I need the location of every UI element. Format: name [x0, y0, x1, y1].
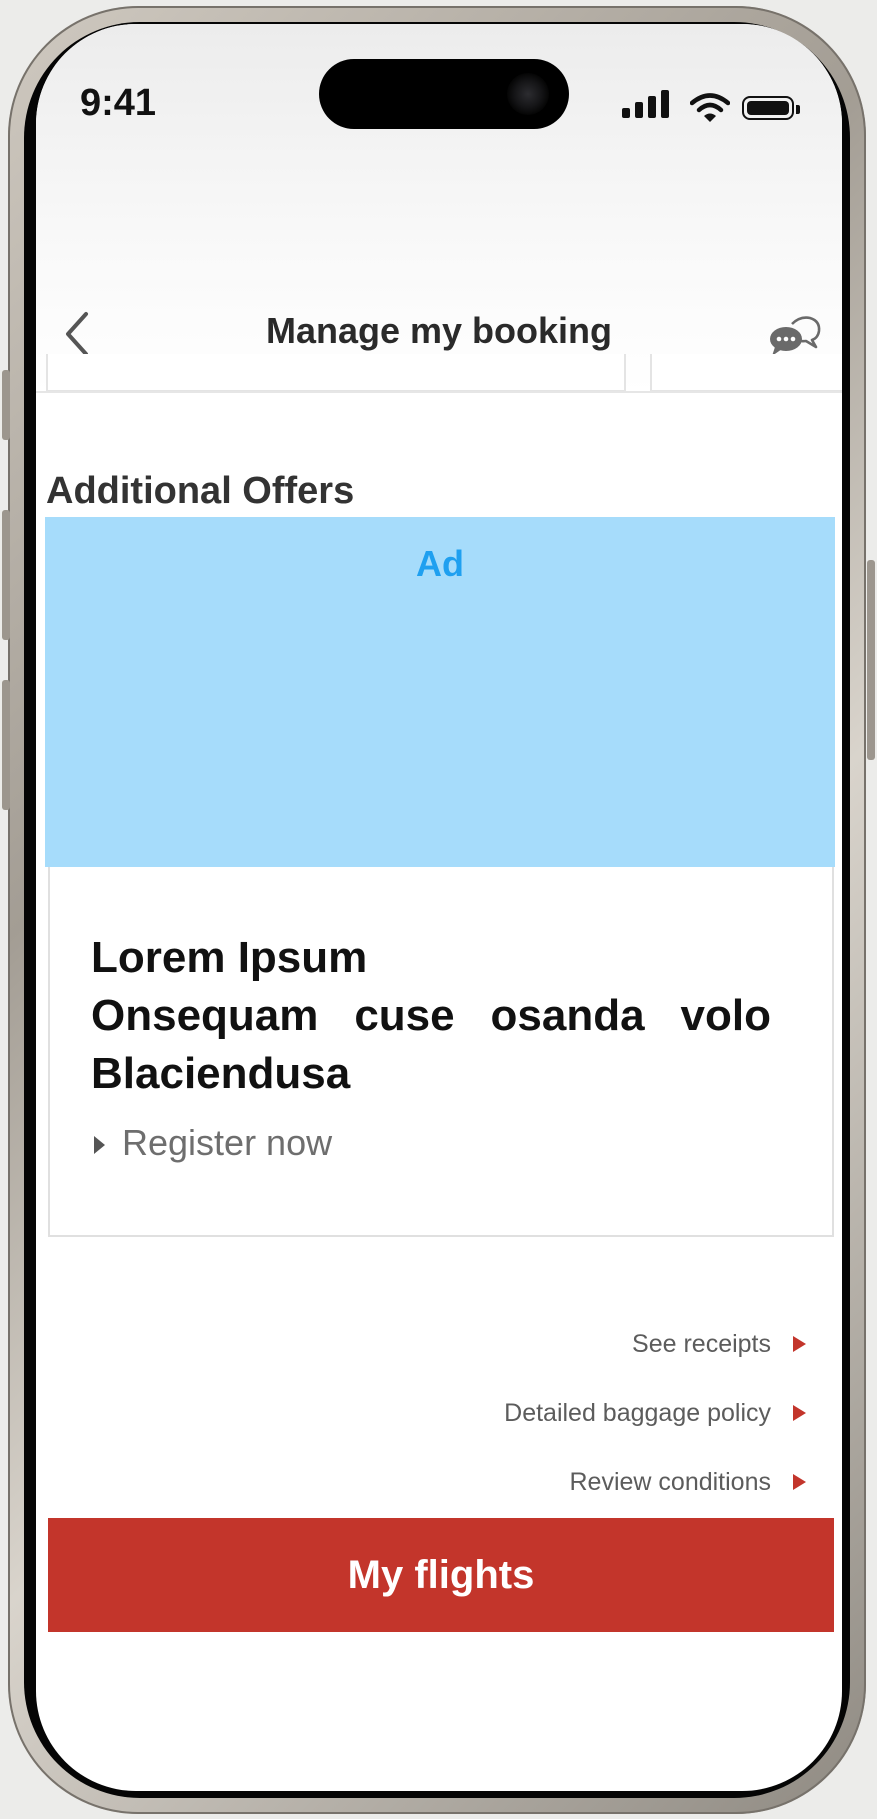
- offer-title: Lorem Ipsum: [91, 933, 368, 982]
- front-camera: [507, 73, 549, 115]
- caret-right-icon: [793, 1474, 806, 1490]
- review-conditions-link[interactable]: Review conditions: [569, 1462, 806, 1502]
- status-time: 9:41: [80, 82, 157, 124]
- caret-right-icon: [793, 1405, 806, 1421]
- link-label: Detailed baggage policy: [504, 1398, 771, 1427]
- my-flights-button[interactable]: My flights: [48, 1518, 834, 1632]
- volume-up-button: [2, 510, 10, 640]
- section-title: Additional Offers: [46, 470, 355, 512]
- action-button: [2, 370, 10, 440]
- baggage-policy-link[interactable]: Detailed baggage policy: [504, 1393, 806, 1433]
- caret-right-icon: [793, 1336, 806, 1352]
- app-screen: 9:41 Manage my booking Additional Offers…: [36, 24, 842, 1791]
- ad-banner[interactable]: Ad: [45, 517, 835, 867]
- power-button: [867, 560, 875, 760]
- dynamic-island: [319, 59, 569, 129]
- see-receipts-link[interactable]: See receipts: [632, 1324, 806, 1364]
- nav-divider: [36, 391, 842, 393]
- status-icons: [620, 88, 800, 124]
- page-title: Manage my booking: [265, 310, 613, 351]
- wifi-icon: [690, 93, 730, 122]
- link-label: See receipts: [632, 1329, 771, 1358]
- previous-card-edge: [46, 354, 626, 392]
- my-flights-label: My flights: [347, 1552, 535, 1597]
- battery-icon: [742, 96, 800, 120]
- offer-subtitle: Onsequam cuse osanda volo Blaciendusa: [91, 991, 771, 1098]
- register-now-label: Register now: [122, 1122, 333, 1163]
- ad-label: Ad: [416, 543, 464, 584]
- link-label: Review conditions: [569, 1467, 772, 1496]
- previous-card-edge: [650, 354, 842, 392]
- caret-right-icon: [94, 1136, 105, 1154]
- volume-down-button: [2, 680, 10, 810]
